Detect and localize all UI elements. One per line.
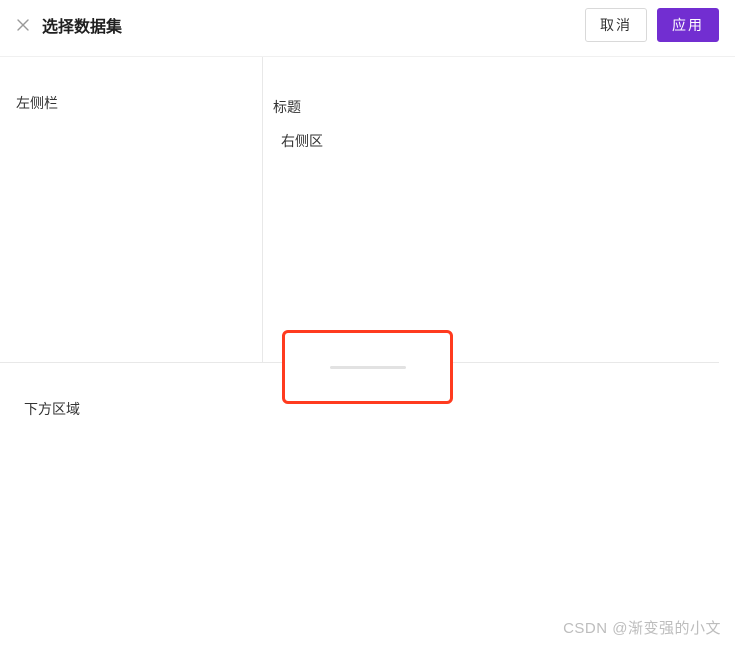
- header-actions: 取消 应用: [585, 8, 719, 42]
- apply-button[interactable]: 应用: [657, 8, 719, 42]
- dialog-title: 选择数据集: [42, 13, 122, 37]
- drag-handle-icon[interactable]: [330, 366, 406, 369]
- right-area-label: 右侧区: [273, 131, 719, 151]
- watermark-text: CSDN @渐变强的小文: [563, 617, 721, 638]
- upper-area: 左侧栏 标题 右侧区: [0, 57, 735, 362]
- left-panel-label: 左侧栏: [16, 95, 58, 111]
- lower-area-label: 下方区域: [24, 401, 80, 417]
- right-panel-title: 标题: [273, 97, 719, 117]
- close-icon[interactable]: [16, 18, 30, 32]
- left-panel: 左侧栏: [0, 57, 262, 362]
- right-panel: 标题 右侧区: [262, 57, 735, 362]
- dialog-header: 选择数据集 取消 应用: [0, 0, 735, 57]
- header-left: 选择数据集: [16, 13, 122, 37]
- cancel-button[interactable]: 取消: [585, 8, 647, 42]
- resize-handle-highlight: [282, 330, 453, 404]
